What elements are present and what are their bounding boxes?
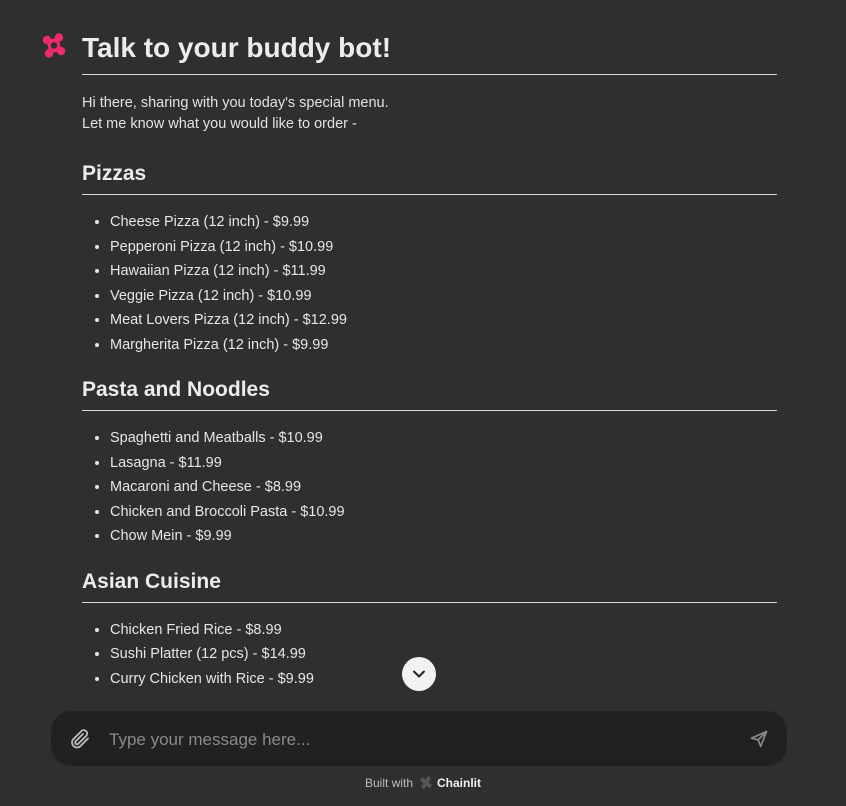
chevron-down-icon (413, 670, 425, 678)
chainlit-brand-link[interactable]: Chainlit (437, 776, 481, 790)
chainlit-footer-logo-icon (419, 776, 433, 790)
menu-item: Chicken Fried Rice - $8.99 (110, 618, 777, 643)
menu-item: Spaghetti and Meatballs - $10.99 (110, 426, 777, 451)
menu-list-pasta: Spaghetti and Meatballs - $10.99 Lasagna… (82, 426, 777, 549)
attach-button[interactable] (67, 726, 93, 752)
footer: Built with Chainlit (0, 773, 846, 793)
send-icon (750, 730, 768, 748)
menu-item: Curry Chicken with Rice - $9.99 (110, 667, 777, 692)
intro-line: Hi there, sharing with you today's speci… (82, 95, 389, 111)
menu-item: Chicken and Broccoli Pasta - $10.99 (110, 500, 777, 525)
menu-item: Veggie Pizza (12 inch) - $10.99 (110, 284, 777, 309)
built-with-label: Built with (364, 776, 414, 790)
menu-item: Chow Mein - $9.99 (110, 524, 777, 549)
assistant-message: Talk to your buddy bot! Hi there, sharin… (82, 30, 777, 691)
section-heading-asian: Asian Cuisine (82, 568, 777, 603)
message-intro: Hi there, sharing with you today's speci… (82, 93, 777, 135)
menu-item: Hawaiian Pizza (12 inch) - $11.99 (110, 259, 777, 284)
paperclip-icon (71, 729, 89, 749)
scroll-to-bottom-button[interactable] (402, 657, 436, 691)
send-button[interactable] (747, 727, 771, 751)
section-heading-pasta: Pasta and Noodles (82, 376, 777, 411)
chainlit-logo-icon (40, 32, 68, 60)
message-title: Talk to your buddy bot! (82, 30, 777, 75)
message-composer (51, 711, 787, 766)
menu-item: Cheese Pizza (12 inch) - $9.99 (110, 210, 777, 235)
chat-page: Talk to your buddy bot! Hi there, sharin… (0, 0, 846, 806)
menu-item: Lasagna - $11.99 (110, 451, 777, 476)
menu-item: Meat Lovers Pizza (12 inch) - $12.99 (110, 308, 777, 333)
section-heading-pizzas: Pizzas (82, 160, 777, 195)
menu-item: Pepperoni Pizza (12 inch) - $10.99 (110, 235, 777, 260)
message-input[interactable] (107, 723, 731, 756)
intro-line: Let me know what you would like to order… (82, 116, 357, 132)
menu-item: Margherita Pizza (12 inch) - $9.99 (110, 333, 777, 358)
menu-list-pizzas: Cheese Pizza (12 inch) - $9.99 Pepperoni… (82, 210, 777, 357)
menu-item: Sushi Platter (12 pcs) - $14.99 (110, 642, 777, 667)
menu-item: Macaroni and Cheese - $8.99 (110, 475, 777, 500)
